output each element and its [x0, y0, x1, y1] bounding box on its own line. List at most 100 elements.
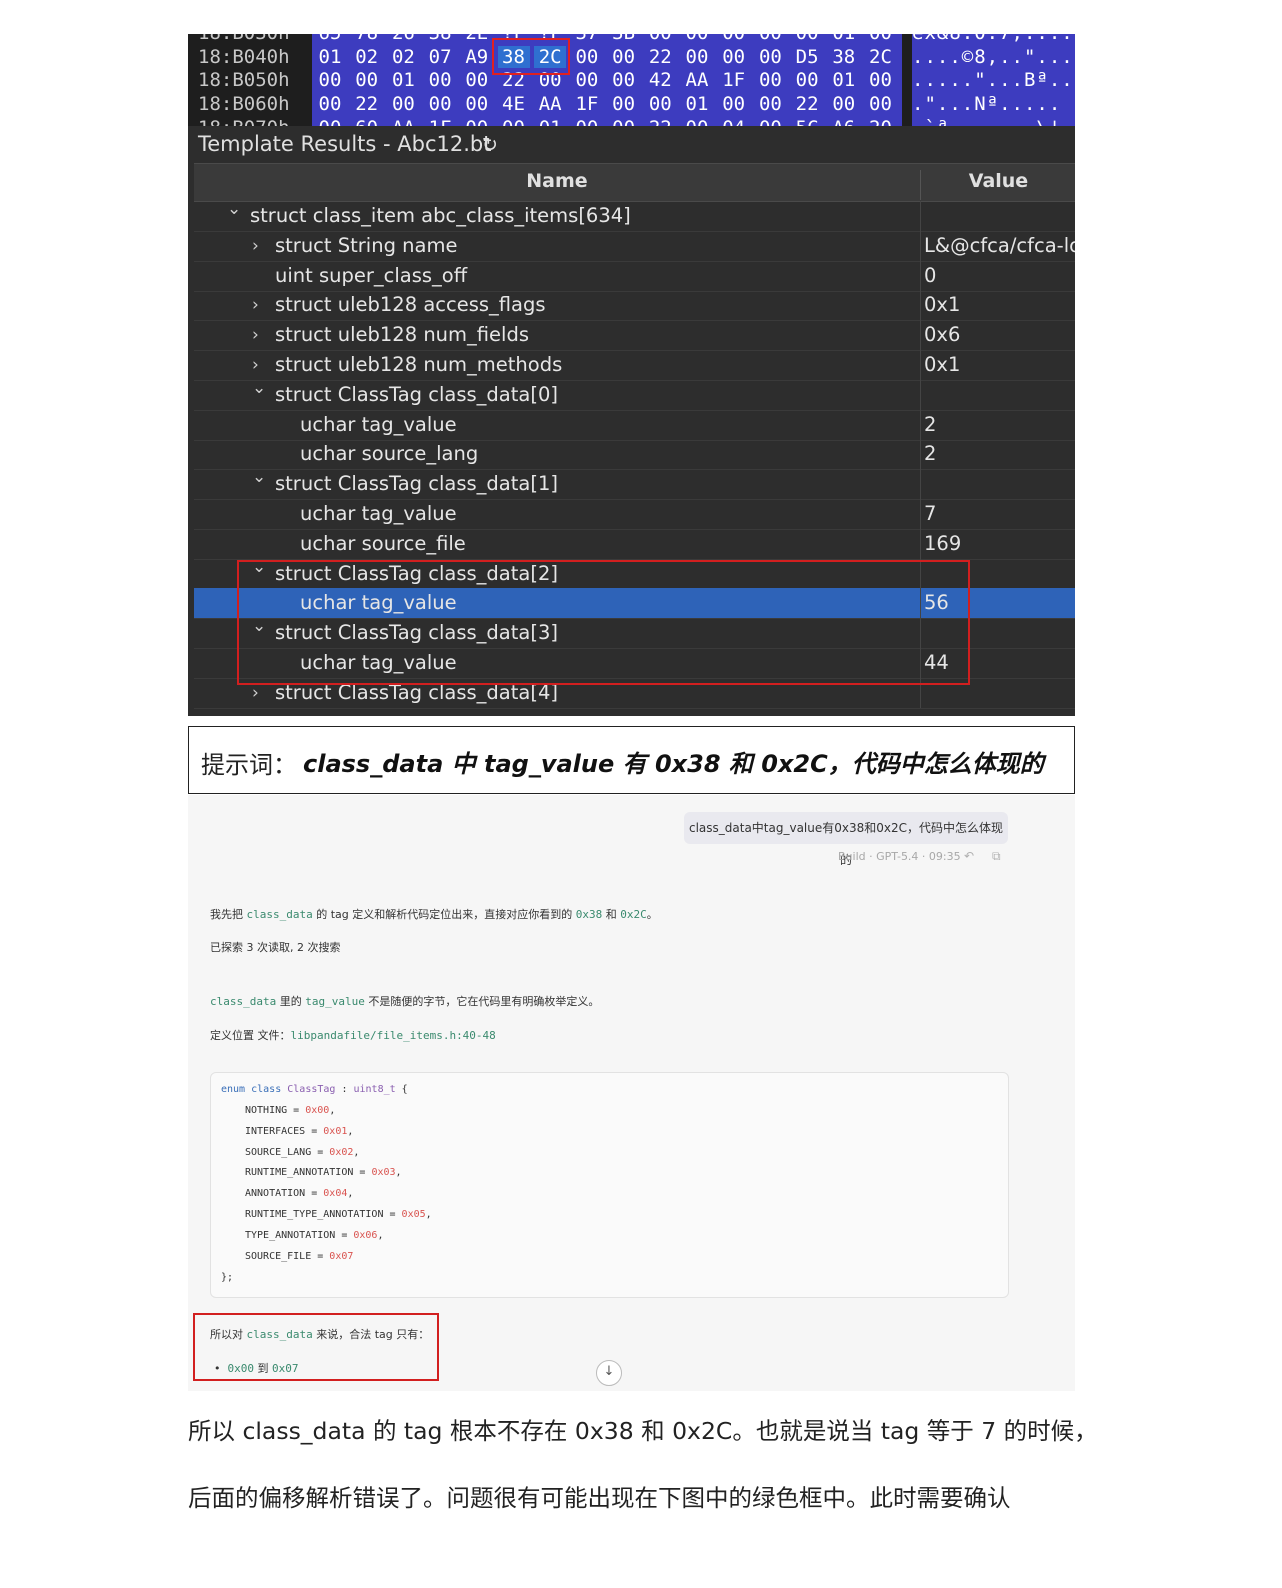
hex-byte[interactable]: 00 — [718, 93, 750, 115]
hex-byte[interactable]: 00 — [644, 34, 676, 44]
hex-byte[interactable]: 01 — [387, 69, 419, 91]
hex-bytes[interactable]: 00 22 00 00 00 4E AA 1F 00 00 01 00 00 22 00 00 — [312, 93, 902, 117]
hex-byte[interactable]: 42 — [644, 69, 676, 91]
hex-byte[interactable]: 2C — [865, 46, 897, 68]
chevron-down-icon[interactable]: ⌄ — [252, 467, 266, 487]
column-header-value[interactable]: Value — [920, 170, 1075, 200]
template-row[interactable]: uchar source_file 169 — [194, 528, 1075, 560]
hex-byte[interactable]: 00 — [461, 93, 493, 115]
hex-bytes[interactable]: 01 02 02 07 A9 38 2C 00 00 22 00 00 00 D5 38 2C — [312, 46, 902, 70]
hex-byte[interactable]: 02 — [387, 46, 419, 68]
chevron-down-icon[interactable]: ⌄ — [227, 199, 241, 219]
hex-byte[interactable]: 01 — [828, 34, 860, 44]
copy-icon[interactable]: ⧉ — [992, 849, 1001, 864]
template-row[interactable]: uint super_class_off 0 — [194, 260, 1075, 292]
hex-byte[interactable]: 00 — [608, 69, 640, 91]
hex-row[interactable]: 18:B060h 00 22 00 00 00 4E AA 1F 00 00 01 00 00 22 00 00… — [188, 93, 1075, 117]
hex-byte[interactable]: 22 — [644, 46, 676, 68]
hex-byte[interactable]: 38 — [424, 34, 456, 44]
hex-byte[interactable]: 07 — [424, 46, 456, 68]
hex-byte[interactable]: 00 — [351, 69, 383, 91]
hex-bytes[interactable]: 00 60 AA 1F 00 00 01 00 00 22 00 04 00 5C A6 20 — [312, 117, 902, 126]
hex-row[interactable]: 18:B070h 00 60 AA 1F 00 00 01 00 00 22 00 04 00 5C A6 20… — [188, 117, 1075, 126]
hex-byte[interactable]: 00 — [865, 34, 897, 44]
hex-ascii[interactable]: ....©8,.."... — [912, 46, 1075, 70]
hex-row[interactable]: 18:B030h657826382E?F?F373B00000000000100… — [188, 34, 1075, 46]
hex-byte[interactable]: 4E — [498, 93, 530, 115]
chevron-right-icon[interactable]: › — [252, 355, 259, 375]
hex-byte[interactable]: 00 — [608, 46, 640, 68]
hex-ascii[interactable]: ex&8.0.7;....... — [912, 34, 1075, 46]
hex-byte[interactable]: 60 — [351, 117, 383, 126]
hex-byte[interactable]: 00 — [754, 93, 786, 115]
template-row[interactable]: › struct uleb128 num_fields 0x6 — [194, 320, 1075, 352]
hex-byte[interactable]: D5 — [791, 46, 823, 68]
hex-ascii[interactable]: ....."...Bª.. — [912, 69, 1075, 93]
hex-bytes[interactable]: 00 00 01 00 00 22 00 00 00 42 AA 1F 00 00 01 00 — [312, 69, 902, 93]
hex-byte[interactable]: 00 — [718, 34, 750, 44]
hex-byte[interactable]: AA — [681, 69, 713, 91]
template-row[interactable]: › struct String name L&@cfca/cfca-lo — [194, 230, 1075, 262]
hex-byte[interactable]: 22 — [351, 93, 383, 115]
hex-byte[interactable]: 22 — [791, 93, 823, 115]
hex-byte[interactable]: 00 — [608, 93, 640, 115]
template-row[interactable]: ⌄ struct class_item abc_class_items[634] — [194, 199, 1075, 232]
hex-byte[interactable]: 00 — [754, 46, 786, 68]
explored-summary[interactable]: 已探索 3 次读取, 2 次搜索 — [210, 939, 340, 955]
hex-bytes[interactable]: 657826382E?F?F373B00000000000100 — [312, 34, 902, 46]
hex-byte[interactable]: 5C — [791, 117, 823, 126]
hex-byte[interactable]: 22 — [644, 117, 676, 126]
column-header-name[interactable]: Name — [194, 170, 920, 192]
hex-byte[interactable]: 20 — [865, 117, 897, 126]
hex-byte[interactable]: 00 — [461, 69, 493, 91]
hex-byte[interactable]: 00 — [681, 34, 713, 44]
hex-byte[interactable]: 38 — [828, 46, 860, 68]
hex-byte[interactable]: 00 — [571, 117, 603, 126]
hex-byte[interactable]: 01 — [314, 46, 346, 68]
hex-byte[interactable]: 00 — [608, 117, 640, 126]
hex-row[interactable]: 18:B040h 01 02 02 07 A9 38 2C 00 00 22 00 00 00 D5 38 2C… — [188, 46, 1075, 70]
hex-byte[interactable]: 00 — [828, 93, 860, 115]
hex-byte[interactable]: 00 — [571, 69, 603, 91]
hex-byte[interactable]: 65 — [314, 34, 346, 44]
hex-byte[interactable]: 00 — [461, 117, 493, 126]
hex-byte[interactable]: 00 — [865, 69, 897, 91]
hex-byte[interactable]: 01 — [534, 117, 566, 126]
template-row[interactable]: uchar source_lang 2 — [194, 439, 1075, 471]
hex-byte[interactable]: AA — [534, 93, 566, 115]
hex-ascii[interactable]: ."...Nª..... — [912, 93, 1075, 117]
hex-byte[interactable]: A9 — [461, 46, 493, 68]
hex-byte[interactable]: 3B — [608, 34, 640, 44]
template-row[interactable]: › struct uleb128 access_flags 0x1 — [194, 290, 1075, 322]
chevron-down-icon[interactable]: ⌄ — [252, 378, 266, 398]
hex-byte[interactable]: 00 — [314, 93, 346, 115]
hex-byte[interactable]: 1F — [424, 117, 456, 126]
hex-byte[interactable]: 00 — [754, 69, 786, 91]
hex-byte[interactable]: 00 — [791, 34, 823, 44]
template-row[interactable]: uchar tag_value 2 — [194, 409, 1075, 441]
hex-byte[interactable]: 00 — [644, 93, 676, 115]
template-row[interactable]: uchar tag_value 7 — [194, 499, 1075, 530]
template-row[interactable]: ⌄ struct ClassTag class_data[0] — [194, 378, 1075, 411]
hex-byte[interactable]: 1F — [718, 69, 750, 91]
hex-byte[interactable]: 00 — [498, 117, 530, 126]
hex-row[interactable]: 18:B050h 00 00 01 00 00 22 00 00 00 42 AA 1F 00 00 01 00… — [188, 69, 1075, 93]
hex-byte[interactable]: A6 — [828, 117, 860, 126]
hex-byte[interactable]: 00 — [865, 93, 897, 115]
hex-byte[interactable]: 01 — [828, 69, 860, 91]
hex-byte[interactable]: 02 — [351, 46, 383, 68]
template-row[interactable]: › struct uleb128 num_methods 0x1 — [194, 350, 1075, 381]
template-row[interactable]: ⌄ struct ClassTag class_data[1] — [194, 467, 1075, 501]
hex-byte[interactable]: 00 — [387, 93, 419, 115]
hex-byte[interactable]: 78 — [351, 34, 383, 44]
chevron-right-icon[interactable]: › — [252, 683, 259, 703]
chevron-right-icon[interactable]: › — [252, 325, 259, 345]
scroll-down-icon[interactable]: ↓ — [596, 1360, 622, 1386]
hex-byte[interactable]: AA — [387, 117, 419, 126]
hex-byte[interactable]: 1F — [571, 93, 603, 115]
hex-byte[interactable]: 00 — [718, 46, 750, 68]
hex-byte[interactable]: 00 — [314, 69, 346, 91]
refresh-icon[interactable]: ↻ — [482, 134, 498, 156]
chevron-right-icon[interactable]: › — [252, 295, 259, 315]
hex-byte[interactable]: 01 — [681, 93, 713, 115]
